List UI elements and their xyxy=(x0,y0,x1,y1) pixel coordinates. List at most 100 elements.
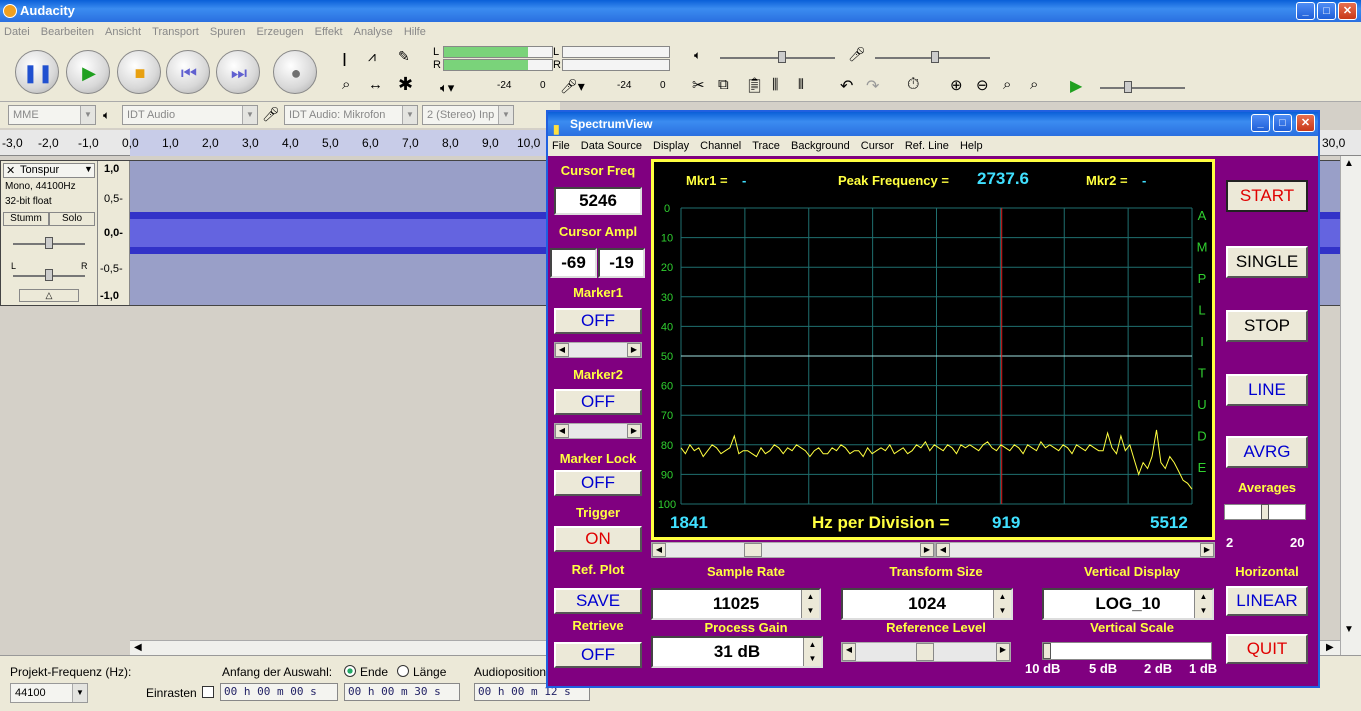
scroll-down-icon[interactable]: ▼ xyxy=(1344,624,1354,635)
selection-tool-icon[interactable]: I xyxy=(342,50,347,71)
stop-button[interactable]: STOP xyxy=(1226,310,1308,342)
quit-button[interactable]: QUIT xyxy=(1226,634,1308,664)
solo-button[interactable]: Solo xyxy=(49,212,95,226)
spectrum-plot[interactable]: Mkr1 = - Peak Frequency = 2737.6 Mkr2 = … xyxy=(651,159,1215,540)
channels-select[interactable]: 2 (Stereo) Inp ▼ xyxy=(422,105,514,125)
avrg-button[interactable]: AVRG xyxy=(1226,436,1308,468)
pause-button[interactable]: ❚❚ xyxy=(15,50,59,94)
plot-scrollbar-right[interactable]: ◀ ▶ xyxy=(935,542,1215,558)
spinner-arrows-icon[interactable]: ▲ ▼ xyxy=(801,590,819,618)
marker2-scrollbar[interactable]: ◀ ▶ xyxy=(554,423,642,439)
cut-icon[interactable]: ✂ xyxy=(692,76,705,94)
selection-start-field[interactable]: 00 h 00 m 00 s xyxy=(220,683,338,701)
mute-button[interactable]: Stumm xyxy=(3,212,49,226)
spinner-arrows-icon[interactable]: ▲ ▼ xyxy=(803,638,821,666)
skip-end-button[interactable]: ⏭ xyxy=(216,50,260,94)
collapse-track-button[interactable]: △ xyxy=(19,289,79,302)
sv-maximize-button[interactable]: □ xyxy=(1273,114,1292,132)
line-button[interactable]: LINE xyxy=(1226,374,1308,406)
playback-volume-slider[interactable] xyxy=(720,51,835,63)
close-button[interactable]: ✕ xyxy=(1338,2,1357,20)
reference-level-slider[interactable]: ◀ ▶ xyxy=(841,642,1011,662)
plot-scrollbar-left[interactable]: ◀ ▶ xyxy=(651,542,935,558)
sv-menu-background[interactable]: Background xyxy=(787,136,854,152)
scroll-right-icon[interactable]: ▶ xyxy=(1200,543,1214,557)
scroll-left-icon[interactable]: ◀ xyxy=(555,343,569,357)
track-close-icon[interactable]: ✕ xyxy=(6,164,15,177)
record-volume-slider[interactable] xyxy=(875,51,990,63)
menu-effekt[interactable]: Effekt xyxy=(311,22,347,38)
sv-menu-help[interactable]: Help xyxy=(956,136,987,152)
sv-menu-file[interactable]: File xyxy=(548,136,574,152)
menu-hilfe[interactable]: Hilfe xyxy=(400,22,430,38)
skip-start-button[interactable]: ⏮ xyxy=(166,50,210,94)
spinner-arrows-icon[interactable]: ▲ ▼ xyxy=(1194,590,1212,618)
scroll-left-icon[interactable]: ◀ xyxy=(936,543,950,557)
marker1-scrollbar[interactable]: ◀ ▶ xyxy=(554,342,642,358)
silence-icon[interactable]: ⫴ xyxy=(798,76,804,93)
pan-slider[interactable] xyxy=(13,269,85,281)
slider-thumb[interactable] xyxy=(916,643,934,661)
play-at-speed-icon[interactable]: ▶ xyxy=(1070,76,1082,96)
scroll-left-icon[interactable]: ◀ xyxy=(652,543,666,557)
multi-tool-icon[interactable]: ✱ xyxy=(398,74,413,95)
slider-thumb[interactable] xyxy=(1261,504,1269,520)
sv-menu-ref-line[interactable]: Ref. Line xyxy=(901,136,953,152)
sv-menu-display[interactable]: Display xyxy=(649,136,693,152)
scroll-thumb[interactable] xyxy=(744,543,762,557)
length-radio[interactable] xyxy=(397,665,409,677)
fit-selection-icon[interactable]: ⌕ xyxy=(1003,76,1011,93)
trigger-button[interactable]: ON xyxy=(554,526,642,552)
scroll-right-icon[interactable]: ▶ xyxy=(920,543,934,557)
scroll-right-icon[interactable]: ▶ xyxy=(627,424,641,438)
menu-analyse[interactable]: Analyse xyxy=(350,22,397,38)
speaker-icon[interactable]: 🔈︎▾ xyxy=(440,80,454,96)
scroll-right-icon[interactable]: ▶ xyxy=(627,343,641,357)
scroll-left-icon[interactable]: ◀ xyxy=(842,643,856,661)
scroll-up-icon[interactable]: ▲ xyxy=(1344,158,1354,169)
play-speed-slider[interactable] xyxy=(1100,81,1185,93)
scroll-right-icon[interactable]: ▶ xyxy=(1326,642,1334,653)
envelope-tool-icon[interactable]: ⩘ xyxy=(368,48,376,65)
vertical-display-spinner[interactable]: LOG_10 ▲ ▼ xyxy=(1042,588,1214,620)
scroll-left-icon[interactable]: ◀ xyxy=(555,424,569,438)
timeshift-tool-icon[interactable]: ↔ xyxy=(368,76,383,93)
minimize-button[interactable]: _ xyxy=(1296,2,1315,20)
sv-menu-data-source[interactable]: Data Source xyxy=(577,136,646,152)
sync-lock-icon[interactable]: ⏱ xyxy=(907,76,919,94)
paste-icon[interactable]: 📋︎ xyxy=(745,76,764,94)
sv-minimize-button[interactable]: _ xyxy=(1251,114,1270,132)
selection-end-field[interactable]: 00 h 00 m 30 s xyxy=(344,683,460,701)
process-gain-spinner[interactable]: 31 dB ▲ ▼ xyxy=(651,636,823,668)
save-button[interactable]: SAVE xyxy=(554,588,642,614)
vertical-scrollbar[interactable]: ▲ ▼ xyxy=(1340,156,1361,656)
vertical-scale-slider[interactable] xyxy=(1042,642,1212,660)
menu-datei[interactable]: Datei xyxy=(0,22,34,38)
sv-close-button[interactable]: ✕ xyxy=(1296,114,1315,132)
slider-thumb[interactable] xyxy=(1043,643,1051,659)
microphone-icon[interactable]: 🎤︎▾ xyxy=(560,78,585,95)
transform-size-spinner[interactable]: 1024 ▲ ▼ xyxy=(841,588,1013,620)
fit-project-icon[interactable]: ⌕ xyxy=(1030,76,1038,93)
scroll-left-icon[interactable]: ◀ xyxy=(134,642,142,653)
zoom-out-icon[interactable]: ⊖ xyxy=(976,76,989,94)
draw-tool-icon[interactable]: ✎ xyxy=(398,48,410,65)
snap-checkbox[interactable] xyxy=(202,686,214,698)
sv-menu-cursor[interactable]: Cursor xyxy=(857,136,898,152)
record-button[interactable]: ● xyxy=(273,50,317,94)
output-device-select[interactable]: IDT Audio ▼ xyxy=(122,105,258,125)
menu-bearbeiten[interactable]: Bearbeiten xyxy=(37,22,98,38)
host-select[interactable]: MME ▼ xyxy=(8,105,96,125)
menu-erzeugen[interactable]: Erzeugen xyxy=(252,22,307,38)
sample-rate-spinner[interactable]: 11025 ▲ ▼ xyxy=(651,588,821,620)
sv-menu-trace[interactable]: Trace xyxy=(748,136,784,152)
spinner-arrows-icon[interactable]: ▲ ▼ xyxy=(993,590,1011,618)
maximize-button[interactable]: □ xyxy=(1317,2,1336,20)
trim-icon[interactable]: ⫼ xyxy=(772,76,778,93)
menu-transport[interactable]: Transport xyxy=(148,22,203,38)
stop-button[interactable]: ■ xyxy=(117,50,161,94)
marker1-button[interactable]: OFF xyxy=(554,308,642,334)
retrieve-button[interactable]: OFF xyxy=(554,642,642,668)
end-radio[interactable] xyxy=(344,665,356,677)
sv-menu-channel[interactable]: Channel xyxy=(696,136,745,152)
